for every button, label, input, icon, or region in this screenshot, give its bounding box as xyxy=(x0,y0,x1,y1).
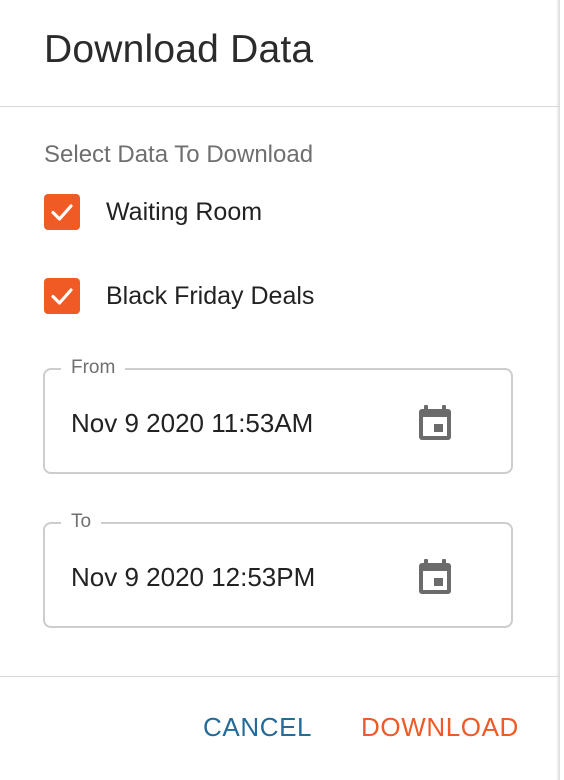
black-friday-deals-label: Black Friday Deals xyxy=(106,281,315,310)
black-friday-deals-checkbox[interactable] xyxy=(44,278,80,314)
from-label: From xyxy=(61,356,126,380)
dialog-actions: CANCEL DOWNLOAD xyxy=(0,712,560,752)
calendar-icon[interactable] xyxy=(415,556,455,596)
checkmark-icon xyxy=(51,204,73,221)
to-date-field[interactable]: To Nov 9 2020 12:53PM xyxy=(43,510,513,628)
waiting-room-label: Waiting Room xyxy=(106,197,263,226)
calendar-icon[interactable] xyxy=(415,402,455,442)
footer-divider xyxy=(0,676,560,677)
from-date-value[interactable]: Nov 9 2020 11:53AM xyxy=(71,408,313,439)
to-date-value[interactable]: Nov 9 2020 12:53PM xyxy=(71,562,315,593)
section-label: Select Data To Download xyxy=(44,141,314,168)
to-label: To xyxy=(61,510,102,534)
header-divider xyxy=(0,106,560,107)
dialog-title: Download Data xyxy=(44,28,314,71)
download-data-dialog: Download Data Select Data To Download Wa… xyxy=(0,0,560,780)
cancel-button[interactable]: CANCEL xyxy=(203,712,312,743)
option-waiting-room[interactable]: Waiting Room xyxy=(44,194,262,230)
waiting-room-checkbox[interactable] xyxy=(44,194,80,230)
dialog-edge-shadow xyxy=(556,0,560,780)
option-black-friday-deals[interactable]: Black Friday Deals xyxy=(44,278,314,314)
download-button[interactable]: DOWNLOAD xyxy=(361,712,519,743)
checkmark-icon xyxy=(51,288,73,305)
from-date-field[interactable]: From Nov 9 2020 11:53AM xyxy=(43,356,513,474)
